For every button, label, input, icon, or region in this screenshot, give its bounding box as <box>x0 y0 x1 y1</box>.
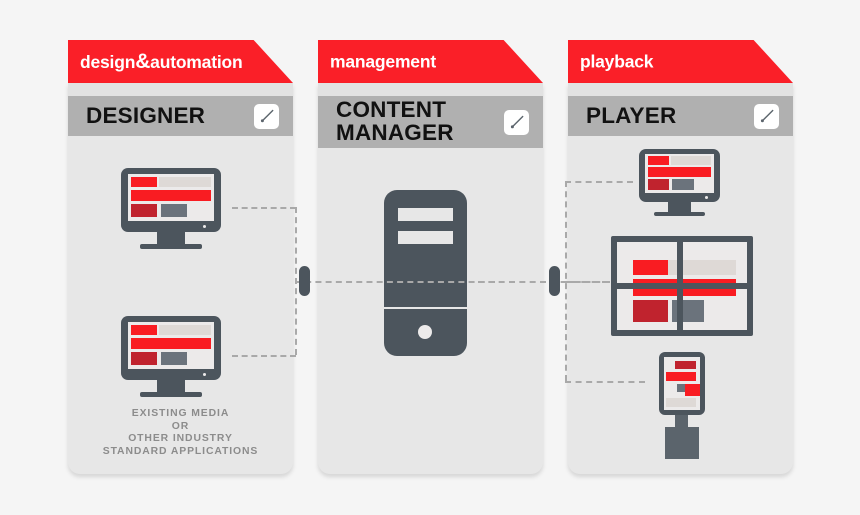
connector-line-player-kiosk <box>565 381 645 383</box>
connector-node-right[interactable] <box>549 266 560 296</box>
connector-line-player-wall <box>565 281 610 283</box>
connector-line-designer-bottom <box>232 355 296 357</box>
connector-line-to-server <box>295 281 495 283</box>
kiosk-block-darkred <box>675 361 696 369</box>
wall-block-darkred <box>633 300 668 322</box>
ribbon-design-automation: design&automation <box>68 40 293 83</box>
kiosk-block-light <box>666 398 696 407</box>
server-seam <box>384 307 467 309</box>
player-monitor[interactable] <box>639 149 720 217</box>
screen-block-red-bar <box>131 338 211 349</box>
player-kiosk[interactable] <box>646 352 713 459</box>
monitor-screen <box>128 322 214 369</box>
panel-playback: playback PLAYER <box>568 40 793 474</box>
ribbon-label-pre: design <box>80 51 136 72</box>
screen-block-gray <box>161 352 187 365</box>
pencil-icon <box>510 115 524 128</box>
wall-block-red-small <box>633 260 668 275</box>
monitor-neck <box>157 380 185 392</box>
pencil-icon <box>260 109 274 122</box>
screen-block-red-small <box>131 325 157 335</box>
kiosk-screen <box>664 357 700 410</box>
monitor-screen <box>128 174 214 221</box>
canvas-player <box>568 136 793 474</box>
canvas-designer: EXISTING MEDIA OR OTHER INDUSTRY STANDAR… <box>68 136 293 474</box>
screen-block-light <box>159 325 211 335</box>
designer-monitor-top[interactable] <box>121 168 221 250</box>
panel-gap-strip <box>568 83 793 96</box>
panel-body-player: PLAYER <box>568 83 793 474</box>
screen-block-red-small <box>131 177 157 187</box>
screen-block-light <box>159 177 211 187</box>
designer-monitor-bottom[interactable] <box>121 316 221 398</box>
panel-design-automation: design&automation DESIGNER EXISTING MEDI… <box>68 40 293 474</box>
monitor-led <box>705 196 708 199</box>
pencil-icon <box>760 109 774 122</box>
monitor-foot <box>654 212 705 216</box>
monitor-led <box>203 225 206 228</box>
ribbon-label-design-automation: design&automation <box>80 49 243 74</box>
panel-title-player: PLAYER <box>586 102 677 128</box>
panel-management: management CONTENT MANAGER <box>318 40 543 474</box>
diagram-canvas: design&automation DESIGNER EXISTING MEDI… <box>0 0 860 515</box>
canvas-content-manager <box>318 148 543 474</box>
connector-node-left[interactable] <box>299 266 310 296</box>
video-wall-divider-horizontal <box>617 283 747 289</box>
screen-block-light <box>671 156 711 165</box>
ribbon-label-post: automation <box>150 51 243 72</box>
panel-title-content-manager: CONTENT MANAGER <box>336 97 454 145</box>
ribbon-playback: playback <box>568 40 793 83</box>
screen-block-red-bar <box>131 190 211 201</box>
designer-caption: EXISTING MEDIA OR OTHER INDUSTRY STANDAR… <box>102 408 259 457</box>
screen-block-red-small <box>648 156 669 165</box>
ribbon-label-management: management <box>330 51 436 71</box>
server-drive-slot-1 <box>398 208 453 221</box>
panel-body-content-manager: CONTENT MANAGER <box>318 83 543 474</box>
titlebar-designer: DESIGNER <box>68 96 293 136</box>
screen-block-darkred <box>131 352 157 365</box>
titlebar-player: PLAYER <box>568 96 793 136</box>
panel-title-designer: DESIGNER <box>86 102 206 128</box>
monitor-foot <box>140 244 202 249</box>
ribbon-management: management <box>318 40 543 83</box>
connector-line-designer-top <box>232 207 296 209</box>
monitor-neck <box>668 202 691 212</box>
kiosk-block-red-small <box>685 384 700 396</box>
edit-button-player[interactable] <box>754 103 779 129</box>
edit-button-content-manager[interactable] <box>504 109 529 135</box>
titlebar-content-manager: CONTENT MANAGER <box>318 96 543 148</box>
kiosk-block-gray <box>677 384 685 392</box>
kiosk-neck <box>675 415 688 427</box>
monitor-foot <box>140 392 202 397</box>
kiosk-block-red-bar <box>666 372 696 381</box>
monitor-neck <box>157 232 185 244</box>
screen-block-darkred <box>648 179 669 190</box>
ribbon-label-playback: playback <box>580 51 654 71</box>
edit-button-designer[interactable] <box>254 103 279 129</box>
monitor-led <box>203 373 206 376</box>
panel-body-designer: DESIGNER EXISTING MEDIA OR OTHER INDUSTR… <box>68 83 293 474</box>
kiosk-base <box>665 427 699 459</box>
server-drive-slot-2 <box>398 231 453 244</box>
connector-line-player-monitor <box>565 181 633 183</box>
content-manager-server[interactable] <box>384 190 467 356</box>
screen-block-gray <box>161 204 187 217</box>
screen-block-red-bar <box>648 167 711 177</box>
panel-gap-strip <box>318 83 543 96</box>
panel-gap-strip <box>68 83 293 96</box>
screen-block-darkred <box>131 204 157 217</box>
server-power-button[interactable] <box>418 325 432 339</box>
player-video-wall[interactable] <box>611 236 753 336</box>
screen-block-gray <box>672 179 694 190</box>
ampersand-glyph: & <box>135 49 151 73</box>
monitor-screen <box>645 154 714 193</box>
